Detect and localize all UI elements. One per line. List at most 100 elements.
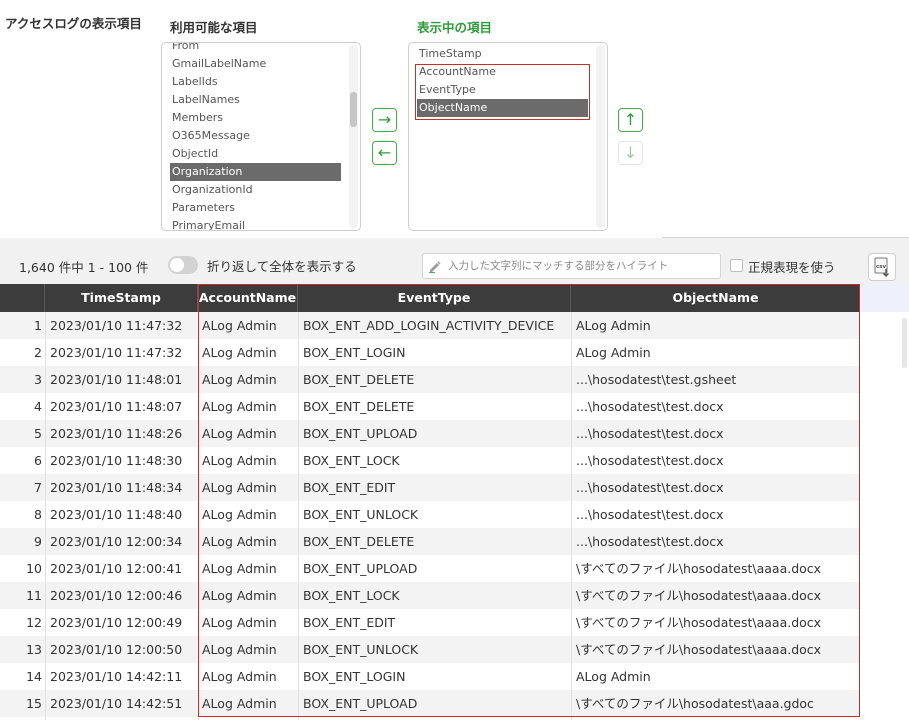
cell-objectname: ...\hosodatest\test.gsheet — [576, 372, 737, 387]
wrap-toggle-label: 折り返して全体を表示する — [207, 259, 357, 274]
cell-accountname: ALog Admin — [202, 426, 277, 441]
cell-objectname: ...\hosodatest\test.docx — [576, 534, 724, 549]
cell-timestamp: 2023/01/10 11:48:07 — [50, 399, 183, 414]
row-number: 14 — [26, 669, 42, 684]
cell-accountname: ALog Admin — [202, 372, 277, 387]
row-number: 8 — [34, 507, 42, 522]
shown-items-title: 表示中の項目 — [417, 20, 493, 35]
table-row[interactable]: 15 2023/01/10 14:42:51 ALog Admin BOX_ENT_U… — [0, 690, 860, 717]
cell-objectname: \すべてのファイル\hosodatest\aaa.gdoc — [576, 696, 814, 711]
cell-objectname: ALog Admin — [576, 345, 651, 360]
table-row[interactable]: 10 2023/01/10 12:00:41 ALog Admin BOX_ENT_U… — [0, 555, 860, 582]
cell-objectname: ...\hosodatest\test.docx — [576, 453, 724, 468]
header-objectname[interactable]: ObjectName — [571, 284, 860, 312]
list-item[interactable]: OrganizationId — [170, 181, 341, 199]
table-row[interactable]: 2 2023/01/10 11:47:32 ALog Admin BOX_ENT_LO… — [0, 339, 860, 366]
cell-accountname: ALog Admin — [202, 534, 277, 549]
cell-accountname: ALog Admin — [202, 696, 277, 711]
column-divider — [198, 312, 199, 720]
column-divider — [45, 312, 46, 720]
list-item[interactable]: From — [170, 43, 341, 55]
cell-objectname: ...\hosodatest\test.docx — [576, 426, 724, 441]
list-item[interactable]: O365Message — [170, 127, 341, 145]
table-row[interactable]: 14 2023/01/10 14:42:11 ALog Admin BOX_ENT_L… — [0, 663, 860, 690]
available-items-list[interactable]: PrimaryEmail Parameters OrganizationId Orga… — [161, 42, 361, 231]
table-row[interactable]: 3 2023/01/10 11:48:01 ALog Admin BOX_ENT_DE… — [0, 366, 860, 393]
cell-objectname: \すべてのファイル\hosodatest\aaaa.docx — [576, 642, 822, 657]
move-left-button[interactable]: ← — [372, 141, 397, 165]
cell-accountname: ALog Admin — [202, 318, 277, 333]
shown-list-scrollbar[interactable] — [596, 45, 605, 228]
table-row[interactable]: 5 2023/01/10 11:48:26 ALog Admin BOX_ENT_UP… — [0, 420, 860, 447]
cell-timestamp: 2023/01/10 11:48:30 — [50, 453, 183, 468]
list-item[interactable]: Members — [170, 109, 341, 127]
toggle-knob — [170, 258, 184, 272]
cell-accountname: ALog Admin — [202, 507, 277, 522]
cell-eventtype: BOX_ENT_UPLOAD — [303, 696, 418, 711]
regex-checkbox[interactable] — [730, 259, 743, 272]
cell-eventtype: BOX_ENT_EDIT — [303, 480, 396, 495]
move-down-button[interactable]: ↓ — [618, 141, 643, 165]
result-count: 1,640 件中 1 - 100 件 — [19, 260, 149, 275]
cell-timestamp: 2023/01/10 11:48:01 — [50, 372, 183, 387]
cell-timestamp: 2023/01/10 12:00:49 — [50, 615, 183, 630]
cell-eventtype: BOX_ENT_UPLOAD — [303, 561, 418, 576]
header-accountname[interactable]: AccountName — [198, 284, 298, 312]
cell-objectname: \すべてのファイル\hosodatest\aaaa.docx — [576, 561, 822, 576]
table-row[interactable]: 13 2023/01/10 12:00:50 ALog Admin BOX_ENT_U… — [0, 636, 860, 663]
wrap-toggle[interactable] — [168, 256, 198, 274]
cell-objectname: ALog Admin — [576, 318, 651, 333]
table-row[interactable]: 1 2023/01/10 11:47:32 ALog Admin BOX_ENT_AD… — [0, 312, 860, 339]
list-item[interactable]: ObjectId — [170, 145, 341, 163]
cell-timestamp: 2023/01/10 11:48:34 — [50, 480, 183, 495]
list-item[interactable]: LabelIds — [170, 73, 341, 91]
scrollbar-thumb[interactable] — [350, 92, 357, 127]
table-row[interactable]: 6 2023/01/10 11:48:30 ALog Admin BOX_ENT_LO… — [0, 447, 860, 474]
column-divider — [571, 312, 572, 720]
cell-objectname: ...\hosodatest\test.docx — [576, 480, 724, 495]
list-item[interactable]: GmailLabelName — [170, 55, 341, 73]
cell-accountname: ALog Admin — [202, 615, 277, 630]
cell-accountname: ALog Admin — [202, 561, 277, 576]
list-item[interactable]: Parameters — [170, 199, 341, 217]
section-title: アクセスログの表示項目 — [5, 16, 142, 31]
cell-accountname: ALog Admin — [202, 345, 277, 360]
cell-accountname: ALog Admin — [202, 642, 277, 657]
table-row[interactable]: 12 2023/01/10 12:00:49 ALog Admin BOX_ENT_E… — [0, 609, 860, 636]
cell-eventtype: BOX_ENT_UPLOAD — [303, 426, 418, 441]
table-row[interactable]: 7 2023/01/10 11:48:34 ALog Admin BOX_ENT_ED… — [0, 474, 860, 501]
table-row[interactable]: 11 2023/01/10 12:00:46 ALog Admin BOX_ENT_L… — [0, 582, 860, 609]
table-scrollbar[interactable] — [902, 318, 907, 368]
cell-eventtype: BOX_ENT_UNLOCK — [303, 642, 419, 657]
move-right-button[interactable]: → — [372, 108, 397, 132]
cell-timestamp: 2023/01/10 14:42:51 — [50, 696, 183, 711]
row-number: 2 — [34, 345, 42, 360]
row-number: 12 — [26, 615, 42, 630]
highlight-input[interactable] — [422, 253, 721, 279]
table-row[interactable]: 9 2023/01/10 12:00:34 ALog Admin BOX_ENT_DE… — [0, 528, 860, 555]
cell-accountname: ALog Admin — [202, 453, 277, 468]
cell-objectname: \すべてのファイル\hosodatest\aaaa.docx — [576, 588, 822, 603]
csv-download-button[interactable]: csv — [868, 253, 896, 281]
cell-eventtype: BOX_ENT_UNLOCK — [303, 507, 419, 522]
list-item[interactable]: LabelNames — [170, 91, 341, 109]
table-row[interactable]: 8 2023/01/10 11:48:40 ALog Admin BOX_ENT_UN… — [0, 501, 860, 528]
list-item[interactable]: Organization — [170, 163, 341, 181]
row-number: 15 — [26, 696, 42, 711]
header-tail — [860, 284, 909, 312]
log-table: TimeStamp AccountName EventType ObjectNa… — [0, 284, 909, 720]
cell-eventtype: BOX_ENT_EDIT — [303, 615, 396, 630]
move-up-button[interactable]: ↑ — [618, 108, 643, 132]
row-number: 5 — [34, 426, 42, 441]
list-item[interactable]: TimeStamp — [417, 45, 588, 63]
csv-download-icon: csv — [874, 257, 889, 277]
header-timestamp[interactable]: TimeStamp — [45, 284, 198, 312]
cell-accountname: ALog Admin — [202, 399, 277, 414]
row-number: 3 — [34, 372, 42, 387]
regex-label: 正規表現を使う — [748, 260, 836, 275]
available-list-scrollbar[interactable] — [349, 45, 358, 228]
list-item[interactable]: PrimaryEmail — [170, 217, 341, 230]
shown-items-list[interactable]: ObjectName EventType AccountName TimeStamp — [408, 42, 608, 231]
table-row[interactable]: 4 2023/01/10 11:48:07 ALog Admin BOX_ENT_DE… — [0, 393, 860, 420]
header-eventtype[interactable]: EventType — [298, 284, 571, 312]
